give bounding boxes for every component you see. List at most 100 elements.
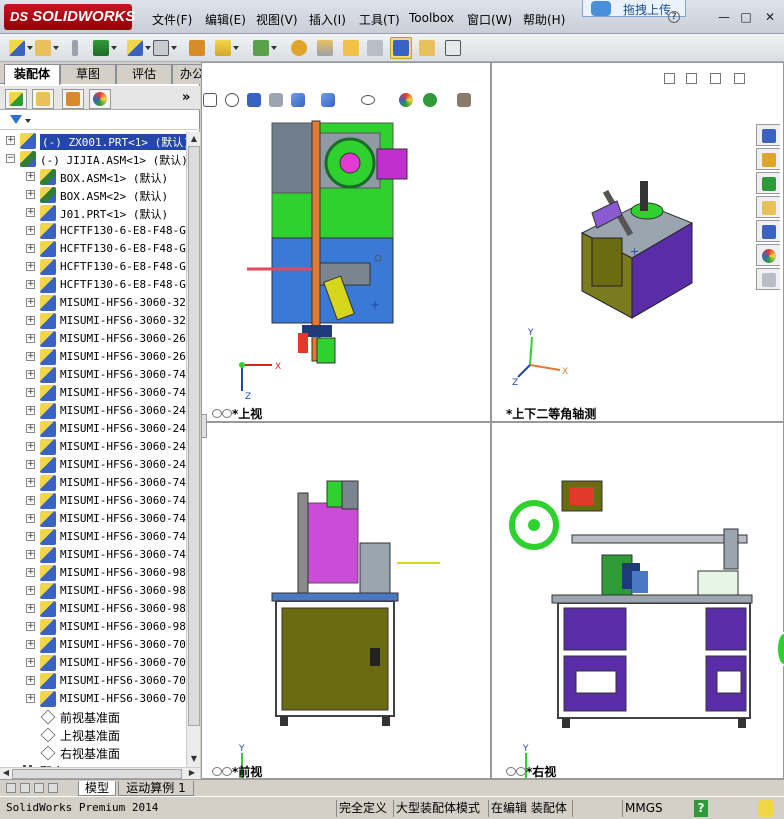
tree-item[interactable]: + MISUMI-HFS6-3060-260 <box>0 330 186 348</box>
rebuild-icon[interactable] <box>90 37 117 59</box>
tree-item[interactable]: + MISUMI-HFS6-3060-700 <box>0 672 186 690</box>
tab-assembly[interactable]: 装配体 <box>4 64 60 85</box>
expand-icon[interactable]: + <box>26 694 35 703</box>
expand-icon[interactable]: + <box>26 496 35 505</box>
menu-toolbox[interactable]: Toolbox <box>409 11 454 25</box>
solidworks-logo[interactable]: DS SOLIDWORKS <box>4 4 135 30</box>
expand-icon[interactable]: + <box>26 280 35 289</box>
maximize-view-icon[interactable] <box>734 73 745 84</box>
expand-icon[interactable]: + <box>26 388 35 397</box>
file-explorer-icon[interactable] <box>756 196 780 218</box>
expand-icon[interactable]: + <box>26 550 35 559</box>
tab-model[interactable]: 模型 <box>78 781 116 796</box>
link-views-icon[interactable] <box>664 73 675 84</box>
tree-item[interactable]: + MISUMI-HFS6-3060-980 <box>0 618 186 636</box>
tree-item[interactable]: + MISUMI-HFS6-3060-240 <box>0 420 186 438</box>
last-tab-icon[interactable] <box>48 783 58 793</box>
expand-icon[interactable]: + <box>26 622 35 631</box>
tree-item[interactable]: + BOX.ASM<1> (默认) <box>0 168 186 186</box>
panel-collapse-handle[interactable] <box>201 414 207 438</box>
tree-item[interactable]: + MISUMI-HFS6-3060-240 <box>0 438 186 456</box>
menu-insert[interactable]: 插入(I) <box>309 11 346 28</box>
tree-item[interactable]: + MISUMI-HFS6-3060-240 <box>0 456 186 474</box>
expand-icon[interactable]: + <box>26 532 35 541</box>
expand-icon[interactable]: + <box>26 568 35 577</box>
expand-icon[interactable]: + <box>26 334 35 343</box>
zoom-to-area-icon[interactable] <box>223 91 241 109</box>
tree-item[interactable]: + MISUMI-HFS6-3060-740 <box>0 474 186 492</box>
viewport-right[interactable]: Y Z *右视 <box>491 422 784 779</box>
view-settings-icon[interactable] <box>455 91 473 109</box>
expand-icon[interactable]: + <box>26 424 35 433</box>
menu-tools[interactable]: 工具(T) <box>359 11 400 28</box>
expand-icon[interactable]: + <box>26 442 35 451</box>
custom-properties-icon[interactable] <box>756 268 780 290</box>
expand-icon[interactable]: + <box>26 406 35 415</box>
expand-icon[interactable]: + <box>26 262 35 271</box>
minimize-button[interactable]: — <box>716 10 732 24</box>
next-tab-icon[interactable] <box>34 783 44 793</box>
help-question-icon[interactable]: ? <box>694 800 708 817</box>
view-orientation-icon[interactable] <box>212 37 239 59</box>
smart-fastener-icon[interactable] <box>250 37 277 59</box>
expand-icon[interactable]: + <box>26 190 35 199</box>
tree-item[interactable]: + MISUMI-HFS6-3060-700 <box>0 690 186 708</box>
more-tabs-icon[interactable]: » <box>182 90 190 105</box>
expand-icon[interactable]: + <box>26 478 35 487</box>
tab-sketch[interactable]: 草图 <box>60 64 116 84</box>
apply-scene-icon[interactable] <box>421 91 439 109</box>
display-style-icon[interactable] <box>319 91 337 109</box>
restore-view-icon[interactable] <box>710 73 721 84</box>
tree-item[interactable]: + MISUMI-HFS6-3060-740 <box>0 546 186 564</box>
propertymanager-icon[interactable] <box>32 89 54 109</box>
scroll-right-icon[interactable]: ▶ <box>186 768 198 778</box>
tree-vertical-scrollbar[interactable]: ▲ ▼ <box>186 132 200 767</box>
sensor-icon[interactable] <box>416 37 438 59</box>
tree-item[interactable]: + HCFTF130-6-E8-F48-G50 <box>0 276 186 294</box>
tree-item[interactable]: 前视基准面 <box>0 708 186 726</box>
scroll-down-icon[interactable]: ▼ <box>188 753 200 765</box>
menu-help[interactable]: 帮助(H) <box>523 11 565 28</box>
home-icon[interactable] <box>756 148 780 170</box>
expand-icon[interactable]: + <box>26 352 35 361</box>
expand-icon[interactable]: + <box>26 226 35 235</box>
tree-item[interactable]: + MISUMI-HFS6-3060-260 <box>0 348 186 366</box>
tree-item[interactable]: + MISUMI-HFS6-3060-980 <box>0 600 186 618</box>
component-icon[interactable] <box>124 37 151 59</box>
tree-item[interactable]: 右视基准面 <box>0 744 186 762</box>
tree-item[interactable]: + MISUMI-HFS6-3060-740 <box>0 492 186 510</box>
split-view-icon[interactable] <box>686 73 697 84</box>
tree-item[interactable]: + MISUMI-HFS6-3060-700 <box>0 636 186 654</box>
mate-icon[interactable] <box>150 37 177 59</box>
close-button[interactable]: ✕ <box>762 10 778 24</box>
tree-item[interactable]: + HCFTF130-6-E8-F48-G50 <box>0 258 186 276</box>
tree-item[interactable]: + MISUMI-HFS6-3060-240 <box>0 402 186 420</box>
tab-evaluate[interactable]: 评估 <box>116 64 172 84</box>
scroll-thumb[interactable] <box>188 146 200 726</box>
tree-item[interactable]: + MISUMI-HFS6-3060-980 <box>0 582 186 600</box>
previous-view-icon[interactable] <box>245 91 263 109</box>
featuremanager-icon[interactable] <box>5 89 27 109</box>
appearances-scenes-icon[interactable] <box>756 244 780 266</box>
maximize-button[interactable]: □ <box>738 10 754 24</box>
select-icon[interactable] <box>364 37 386 59</box>
horizontal-scroll-thumb[interactable] <box>12 769 182 779</box>
tree-item[interactable]: + HCFTF130-6-E8-F48-G50 <box>0 222 186 240</box>
tree-item[interactable]: + MISUMI-HFS6-3060-740 <box>0 384 186 402</box>
paperclip-icon[interactable] <box>64 37 86 59</box>
view-palette-icon[interactable] <box>756 220 780 242</box>
expand-icon[interactable]: + <box>26 316 35 325</box>
tree-item[interactable]: − (-) JIJIA.ASM<1> (默认) <box>0 150 186 168</box>
expand-icon[interactable]: + <box>26 460 35 469</box>
menu-view[interactable]: 视图(V) <box>256 11 298 28</box>
tree-item[interactable]: + MISUMI-HFS6-3060-320 <box>0 312 186 330</box>
expand-icon[interactable]: + <box>26 658 35 667</box>
highlighted-tool-icon[interactable] <box>390 37 412 59</box>
prev-tab-icon[interactable] <box>20 783 30 793</box>
expand-icon[interactable]: + <box>6 136 15 145</box>
tree-item[interactable]: + (-) ZX001.PRT<1> (默认) <box>0 132 186 150</box>
chevron-down-icon[interactable] <box>25 119 31 123</box>
viewport-front[interactable]: Y X *前视 <box>201 422 491 779</box>
first-tab-icon[interactable] <box>6 783 16 793</box>
tree-horizontal-scrollbar[interactable]: ◀ ▶ <box>0 767 200 779</box>
